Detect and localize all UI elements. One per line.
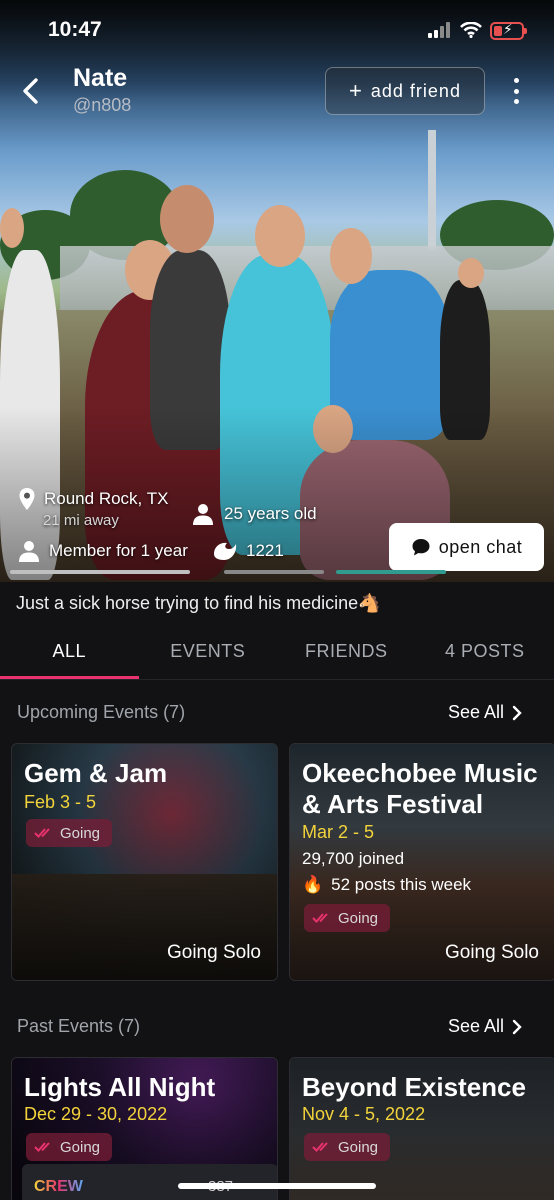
event-card-beyond-existence[interactable]: Beyond Existence Nov 4 - 5, 2022 Going [289,1057,554,1200]
going-solo-label: Going Solo [166,942,261,963]
person-icon [193,504,213,525]
event-title: Okeechobee Music & Arts Festival [302,758,538,819]
location-text: Round Rock, TX [44,489,169,508]
points-row: 1221 [212,540,284,562]
chevron-right-icon [512,705,522,720]
going-badge: Going [26,819,113,847]
past-see-all-button[interactable]: See All [448,1016,522,1037]
going-badge: Going [304,904,391,932]
points-text: 1221 [246,541,284,560]
double-check-icon [312,913,328,923]
double-check-icon [34,1142,50,1152]
profile-tabs: ALL EVENTS FRIENDS 4 POSTS [0,622,554,680]
event-title: Gem & Jam [24,758,168,788]
event-card-gem-and-jam[interactable]: Gem & Jam Feb 3 - 5 Going Going Solo [11,743,278,981]
chat-bubble-icon [412,539,430,556]
wifi-icon [460,22,482,38]
going-solo-label: Going Solo [444,942,539,963]
see-all-label: See All [447,1016,504,1036]
crew-bar: CREW 387 [22,1164,277,1200]
chevron-right-icon [512,1019,522,1034]
location-pin-icon [19,488,35,510]
back-arrow-icon[interactable] [16,74,50,108]
age-text: 25 years old [224,504,317,523]
event-dates: Dec 29 - 30, 2022 [24,1104,168,1124]
member-person-icon [19,541,39,562]
profile-name: Nate [73,64,128,92]
status-time: 10:47 [48,18,102,41]
home-indicator[interactable] [178,1183,376,1189]
member-since-text: Member for 1 year [49,541,188,560]
more-options-icon[interactable] [506,78,526,104]
event-dates: Nov 4 - 5, 2022 [302,1104,426,1124]
plus-icon: + [349,78,363,103]
location-row: Round Rock, TX [18,487,168,511]
add-friend-label: add friend [370,80,461,101]
tab-events[interactable]: EVENTS [139,622,278,680]
event-card-lights-all-night[interactable]: Lights All Night Dec 29 - 30, 2022 Going… [11,1057,278,1200]
see-all-label: See All [447,702,504,722]
event-dates: Feb 3 - 5 [24,792,97,812]
crew-label: CREW [34,1178,83,1195]
points-icon [214,542,237,560]
going-badge: Going [26,1133,113,1161]
status-bar: 10:47 ⚡ [0,0,554,60]
age-row: 25 years old [192,503,317,525]
event-card-okeechobee[interactable]: Okeechobee Music & Arts Festival Mar 2 -… [289,743,554,981]
photo-progress-1 [10,570,190,574]
event-title: Lights All Night [24,1072,216,1102]
cellular-signal-icon [428,22,450,38]
upcoming-events-title: Upcoming Events (7) [17,702,186,722]
member-row: Member for 1 year [18,540,188,562]
tab-all[interactable]: ALL [0,622,139,680]
tab-friends[interactable]: FRIENDS [277,622,416,680]
battery-charging-icon: ⚡ [490,21,527,40]
past-events-title: Past Events (7) [17,1016,141,1036]
tab-posts[interactable]: 4 POSTS [416,622,554,680]
tabs-divider [0,679,554,680]
photo-progress-2 [224,570,324,574]
profile-bio: Just a sick horse trying to find his med… [16,593,381,613]
open-chat-button[interactable]: open chat [389,523,544,571]
photo-progress-3 [336,570,446,574]
joined-count: 29,700 joined [302,849,405,868]
double-check-icon [312,1142,328,1152]
distance-text: 21 mi away [43,512,119,529]
posts-this-week: 🔥 52 posts this week [302,875,472,894]
going-badge: Going [304,1133,391,1161]
upcoming-see-all-button[interactable]: See All [448,702,522,723]
open-chat-label: open chat [438,536,523,557]
add-friend-button[interactable]: + add friend [325,67,485,115]
event-title: Beyond Existence [302,1072,526,1102]
profile-handle: @n808 [73,95,132,115]
double-check-icon [34,828,50,838]
fire-icon: 🔥 [302,875,324,894]
event-dates: Mar 2 - 5 [302,822,375,842]
